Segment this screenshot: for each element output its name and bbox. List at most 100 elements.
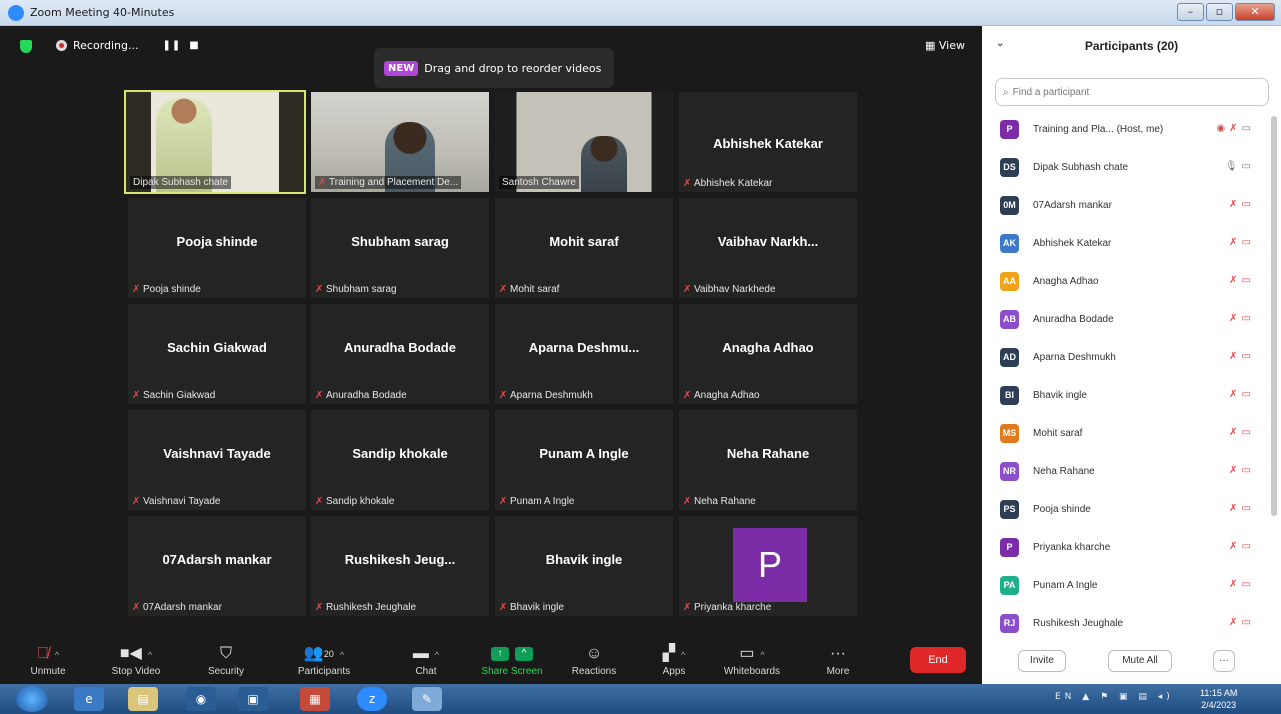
participant-row[interactable]: RJ Rushikesh Jeughale ✗▭ — [982, 604, 1267, 642]
whiteboards-label: Whiteboards — [723, 666, 781, 677]
security-button[interactable]: ⛉ Security — [186, 642, 266, 677]
invite-button[interactable]: Invite — [1018, 650, 1066, 672]
reactions-button[interactable]: ☺ Reactions — [554, 642, 634, 677]
internet-explorer-icon[interactable]: e — [74, 687, 104, 711]
chevron-up-icon[interactable]: ^ — [55, 650, 59, 660]
participant-avatar: BI — [1000, 385, 1019, 405]
stop-video-button[interactable]: ■◀ ^ Stop Video — [96, 642, 176, 677]
chevron-up-icon[interactable]: ^ — [340, 650, 344, 660]
participant-row[interactable]: BI Bhavik ingle ✗▭ — [982, 376, 1267, 414]
participants-header: ⌄ Participants (20) — [982, 26, 1281, 66]
mic-muted-icon: ✗ — [1229, 351, 1242, 362]
stop-recording-icon[interactable]: ■ — [189, 40, 199, 51]
participant-avatar: RJ — [1000, 613, 1019, 633]
mic-muted-icon: ✗ — [132, 283, 141, 295]
participant-row[interactable]: P Priyanka kharche ✗▭ — [982, 528, 1267, 566]
chrome-icon[interactable]: ◉ — [186, 687, 216, 711]
zoom-app-icon[interactable]: z — [357, 687, 387, 711]
chevron-up-icon[interactable]: ^ — [681, 650, 685, 660]
participant-row[interactable]: PA Punam A Ingle ✗▭ — [982, 566, 1267, 604]
mic-muted-icon: ✗ — [1229, 237, 1242, 248]
video-tile[interactable]: Punam A Ingle ✗ Punam A Ingle — [495, 410, 673, 510]
chevron-up-icon[interactable]: ^ — [760, 650, 764, 660]
participant-row[interactable]: 0M 07Adarsh mankar ✗▭ — [982, 186, 1267, 224]
video-off-icon: ▭ — [1241, 617, 1255, 628]
participant-avatar: PS — [1000, 499, 1019, 519]
taskbar-clock[interactable]: 11:15 AM 2/4/2023 — [1200, 687, 1237, 711]
system-tray[interactable]: EN ▲ ⚑ ▣ ▤ ◂) — [1055, 692, 1174, 702]
video-tile[interactable]: Sandip khokale ✗ Sandip khokale — [311, 410, 489, 510]
minimize-button[interactable]: – — [1177, 3, 1204, 21]
unmute-button[interactable]: 🎙̸ ^ Unmute — [8, 642, 88, 677]
tile-name-label: ✗ Punam A Ingle — [499, 495, 575, 507]
video-tile[interactable]: Vaishnavi Tayade ✗ Vaishnavi Tayade — [128, 410, 306, 510]
chevron-up-icon[interactable]: ^ — [148, 650, 152, 660]
participant-search-input[interactable]: ⌕ Find a participant — [995, 78, 1269, 106]
participant-row[interactable]: PS Pooja shinde ✗▭ — [982, 490, 1267, 528]
participant-row[interactable]: AA Anagha Adhao ✗▭ — [982, 262, 1267, 300]
video-tile[interactable]: Shubham sarag ✗ Shubham sarag — [311, 198, 489, 298]
chevron-up-icon[interactable]: ^ — [435, 650, 439, 660]
participant-name: Mohit saraf — [1033, 427, 1083, 439]
participant-row[interactable]: AD Aparna Deshmukh ✗▭ — [982, 338, 1267, 376]
video-tile[interactable]: Neha Rahane ✗ Neha Rahane — [679, 410, 857, 510]
video-tile[interactable]: Anagha Adhao ✗ Anagha Adhao — [679, 304, 857, 404]
chevron-up-icon[interactable]: ^ — [515, 646, 533, 661]
participants-panel: ⌄ Participants (20) ⌕ Find a participant… — [982, 26, 1281, 684]
video-tile[interactable]: 07Adarsh mankar ✗ 07Adarsh mankar — [128, 516, 306, 616]
participant-row[interactable]: NR Neha Rahane ✗▭ — [982, 452, 1267, 490]
pause-recording-icon[interactable]: ❚❚ — [163, 40, 182, 51]
chevron-down-icon[interactable]: ⌄ — [996, 38, 1004, 49]
video-tile[interactable]: ✗ Training and Placement De... — [311, 92, 489, 192]
participant-avatar: PA — [1000, 575, 1019, 595]
video-tile[interactable]: Vaibhav Narkh... ✗ Vaibhav Narkhede — [679, 198, 857, 298]
paint-icon[interactable]: ✎ — [412, 687, 442, 711]
maximize-button[interactable]: ▫ — [1206, 3, 1233, 21]
apps-button[interactable]: ▞ ^ Apps — [634, 642, 714, 677]
whiteboards-button[interactable]: ▭ ^ Whiteboards — [712, 642, 792, 677]
video-tile[interactable]: Dipak Subhash chate — [124, 90, 306, 194]
participant-row[interactable]: DS Dipak Subhash chate 🎙▭ — [982, 148, 1267, 186]
panel-scrollbar[interactable] — [1271, 116, 1277, 516]
video-icon: ▭ — [1241, 123, 1255, 134]
video-tile[interactable]: Bhavik ingle ✗ Bhavik ingle — [495, 516, 673, 616]
video-tile[interactable]: Pooja shinde ✗ Pooja shinde — [128, 198, 306, 298]
participants-button[interactable]: 👥20 ^ Participants — [284, 642, 364, 677]
video-tile[interactable]: Rushikesh Jeug... ✗ Rushikesh Jeughale — [311, 516, 489, 616]
video-tile[interactable]: P ✗ Priyanka kharche — [679, 516, 857, 616]
encryption-shield-icon[interactable] — [20, 40, 32, 53]
share-screen-button[interactable]: ↑ ^ Share Screen — [472, 642, 552, 677]
media-player-icon[interactable]: ▣ — [238, 687, 268, 711]
start-button[interactable] — [16, 686, 48, 712]
apps-label: Apps — [662, 666, 686, 677]
video-tile[interactable]: Aparna Deshmu... ✗ Aparna Deshmukh — [495, 304, 673, 404]
video-tile[interactable]: Abhishek Katekar ✗ Abhishek Katekar — [679, 92, 857, 192]
tile-name-label: ✗ Priyanka kharche — [683, 601, 772, 613]
end-meeting-button[interactable]: End — [910, 647, 966, 673]
more-button[interactable]: ··· More — [798, 642, 878, 677]
participant-row[interactable]: AK Abhishek Katekar ✗▭ — [982, 224, 1267, 262]
tile-display-name: Sandip khokale — [352, 446, 448, 461]
view-button[interactable]: ▦ View — [925, 39, 965, 52]
video-icon: ▭ — [1241, 161, 1255, 172]
smiley-icon: ☺ — [585, 645, 603, 662]
participant-row[interactable]: MS Mohit saraf ✗▭ — [982, 414, 1267, 452]
video-tile[interactable]: Sachin Giakwad ✗ Sachin Giakwad — [128, 304, 306, 404]
video-tile[interactable]: Santosh Chawre — [495, 92, 673, 192]
participant-status-icons: ✗▭ — [1229, 541, 1255, 552]
mute-all-button[interactable]: Mute All — [1108, 650, 1172, 672]
participant-row[interactable]: P Training and Pla... (Host, me) ◉✗▭ — [982, 110, 1267, 148]
participant-status-icons: ✗▭ — [1229, 237, 1255, 248]
participant-name: Rushikesh Jeughale — [1033, 617, 1124, 629]
close-button[interactable]: ✕ — [1235, 3, 1275, 21]
video-tile[interactable]: Mohit saraf ✗ Mohit saraf — [495, 198, 673, 298]
participant-row[interactable]: AB Anuradha Bodade ✗▭ — [982, 300, 1267, 338]
tile-name-label: ✗ Bhavik ingle — [499, 601, 564, 613]
file-explorer-icon[interactable]: ▤ — [128, 687, 158, 711]
powerpoint-icon[interactable]: ▦ — [300, 687, 330, 711]
language-indicator[interactable]: EN — [1055, 692, 1075, 702]
video-tile[interactable]: Anuradha Bodade ✗ Anuradha Bodade — [311, 304, 489, 404]
more-options-button[interactable]: ··· — [1213, 650, 1235, 672]
tile-display-name: Bhavik ingle — [545, 552, 623, 567]
chat-button[interactable]: ▬ ^ Chat — [386, 642, 466, 677]
